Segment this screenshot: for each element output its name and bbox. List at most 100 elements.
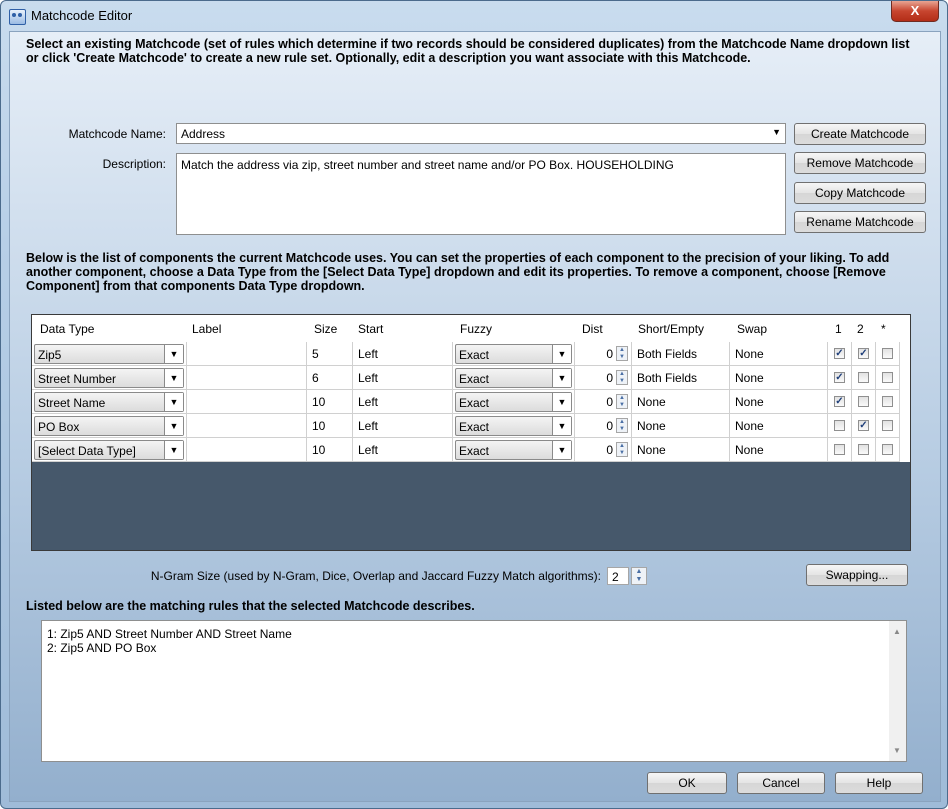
rule-star-checkbox[interactable] <box>882 372 893 383</box>
size-input[interactable]: 10 <box>307 414 353 438</box>
start-input[interactable]: Left <box>353 414 453 438</box>
create-matchcode-button[interactable]: Create Matchcode <box>794 123 926 145</box>
rule-2-checkbox[interactable]: ✓ <box>858 420 869 431</box>
rule-1-checkbox[interactable] <box>834 420 845 431</box>
help-button[interactable]: Help <box>835 772 923 794</box>
header-data-type: Data Type <box>40 322 95 336</box>
fuzzy-dropdown[interactable]: Exact ▼ <box>455 344 572 364</box>
label-input[interactable] <box>187 414 307 438</box>
start-input[interactable]: Left <box>353 366 453 390</box>
rule-1-checkbox[interactable]: ✓ <box>834 396 845 407</box>
rules-scrollbar[interactable]: ▲ ▼ <box>889 621 906 761</box>
rule-1-checkbox[interactable]: ✓ <box>834 348 845 359</box>
rule-item: 2: Zip5 AND PO Box <box>47 641 157 655</box>
chevron-down-icon: ▼ <box>552 417 571 435</box>
rule-2-checkbox[interactable]: ✓ <box>858 348 869 359</box>
start-input[interactable]: Left <box>353 390 453 414</box>
data-type-dropdown[interactable]: PO Box ▼ <box>34 416 184 436</box>
dist-value[interactable]: 0 <box>606 342 613 366</box>
short-empty-value[interactable]: Both Fields <box>632 342 730 366</box>
swap-value[interactable]: None <box>730 438 828 462</box>
copy-matchcode-button[interactable]: Copy Matchcode <box>794 182 926 204</box>
dist-value[interactable]: 0 <box>606 438 613 462</box>
data-type-value: Zip5 <box>38 348 62 362</box>
description-label: Description: <box>102 157 166 171</box>
cell-rule-1 <box>828 414 852 438</box>
cell-dist: 0 ▲ ▼ <box>575 366 632 390</box>
label-input[interactable] <box>187 366 307 390</box>
short-empty-value[interactable]: None <box>632 438 730 462</box>
intro-text: Select an existing Matchcode (set of rul… <box>26 37 910 65</box>
cell-rule-1: ✓ <box>828 390 852 414</box>
fuzzy-dropdown[interactable]: Exact ▼ <box>455 368 572 388</box>
fuzzy-dropdown[interactable]: Exact ▼ <box>455 392 572 412</box>
cell-dist: 0 ▲ ▼ <box>575 438 632 462</box>
rule-2-checkbox[interactable] <box>858 372 869 383</box>
short-empty-value[interactable]: Both Fields <box>632 366 730 390</box>
chevron-down-icon: ▼ <box>164 393 183 411</box>
dist-value[interactable]: 0 <box>606 414 613 438</box>
rule-star-checkbox[interactable] <box>882 444 893 455</box>
cell-rule-star <box>876 342 900 366</box>
scroll-up-icon[interactable]: ▲ <box>893 627 901 636</box>
spinner-arrows-icon[interactable]: ▲ ▼ <box>631 567 647 585</box>
header-rule-star: * <box>881 322 886 336</box>
start-input[interactable]: Left <box>353 438 453 462</box>
cell-rule-star <box>876 366 900 390</box>
swapping-button[interactable]: Swapping... <box>806 564 908 586</box>
data-type-dropdown[interactable]: Street Number ▼ <box>34 368 184 388</box>
matchcode-name-dropdown[interactable]: Address ▼ <box>176 123 786 144</box>
chevron-down-icon: ▼ <box>164 417 183 435</box>
data-type-dropdown[interactable]: Street Name ▼ <box>34 392 184 412</box>
short-empty-value[interactable]: None <box>632 390 730 414</box>
dist-value[interactable]: 0 <box>606 366 613 390</box>
chevron-down-icon: ▼ <box>552 393 571 411</box>
cancel-button[interactable]: Cancel <box>737 772 825 794</box>
rule-2-checkbox[interactable] <box>858 444 869 455</box>
rule-1-checkbox[interactable]: ✓ <box>834 372 845 383</box>
chevron-down-icon: ▼ <box>552 345 571 363</box>
rule-star-checkbox[interactable] <box>882 420 893 431</box>
fuzzy-dropdown[interactable]: Exact ▼ <box>455 416 572 436</box>
ngram-size-input[interactable]: 2 <box>607 567 629 585</box>
scroll-down-icon[interactable]: ▼ <box>893 746 901 755</box>
spinner-arrows-icon[interactable]: ▲ ▼ <box>616 346 628 361</box>
size-input[interactable]: 5 <box>307 342 353 366</box>
size-input[interactable]: 10 <box>307 438 353 462</box>
swap-value[interactable]: None <box>730 414 828 438</box>
spinner-arrows-icon[interactable]: ▲ ▼ <box>616 394 628 409</box>
size-input[interactable]: 10 <box>307 390 353 414</box>
start-input[interactable]: Left <box>353 342 453 366</box>
close-button[interactable]: X <box>891 1 939 22</box>
ngram-label: N-Gram Size (used by N-Gram, Dice, Overl… <box>150 569 601 583</box>
cell-dist: 0 ▲ ▼ <box>575 342 632 366</box>
data-type-value: [Select Data Type] <box>38 444 136 458</box>
spinner-arrows-icon[interactable]: ▲ ▼ <box>616 370 628 385</box>
ok-button[interactable]: OK <box>647 772 727 794</box>
size-input[interactable]: 6 <box>307 366 353 390</box>
label-input[interactable] <box>187 390 307 414</box>
app-icon <box>9 9 26 25</box>
cell-rule-1: ✓ <box>828 342 852 366</box>
short-empty-value[interactable]: None <box>632 414 730 438</box>
swap-value[interactable]: None <box>730 366 828 390</box>
data-type-dropdown[interactable]: [Select Data Type] ▼ <box>34 440 184 460</box>
data-type-dropdown[interactable]: Zip5 ▼ <box>34 344 184 364</box>
label-input[interactable] <box>187 438 307 462</box>
label-input[interactable] <box>187 342 307 366</box>
rename-matchcode-button[interactable]: Rename Matchcode <box>794 211 926 233</box>
header-size: Size <box>314 322 338 336</box>
matching-rules-list[interactable]: 1: Zip5 AND Street Number AND Street Nam… <box>41 620 907 762</box>
rule-1-checkbox[interactable] <box>834 444 845 455</box>
spinner-arrows-icon[interactable]: ▲ ▼ <box>616 442 628 457</box>
rule-2-checkbox[interactable] <box>858 396 869 407</box>
remove-matchcode-button[interactable]: Remove Matchcode <box>794 152 926 174</box>
swap-value[interactable]: None <box>730 390 828 414</box>
dist-value[interactable]: 0 <box>606 390 613 414</box>
rule-star-checkbox[interactable] <box>882 396 893 407</box>
spinner-arrows-icon[interactable]: ▲ ▼ <box>616 418 628 433</box>
description-textarea[interactable]: Match the address via zip, street number… <box>176 153 786 235</box>
rule-star-checkbox[interactable] <box>882 348 893 359</box>
swap-value[interactable]: None <box>730 342 828 366</box>
fuzzy-dropdown[interactable]: Exact ▼ <box>455 440 572 460</box>
